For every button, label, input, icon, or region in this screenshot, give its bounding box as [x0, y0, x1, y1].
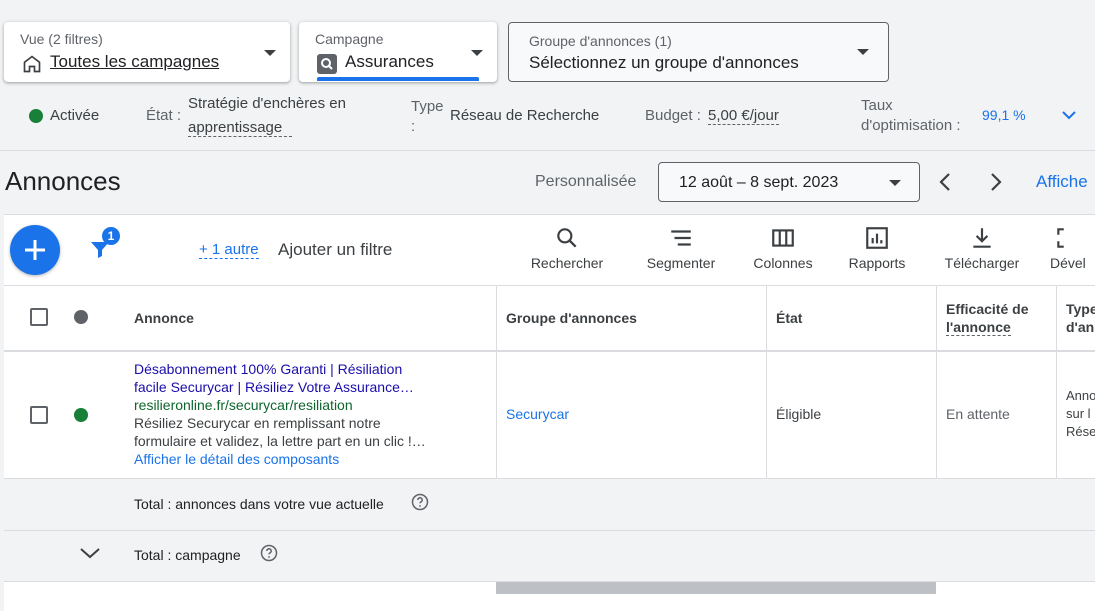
ad-description-line1: Résiliez Securycar en remplissant notre	[134, 415, 381, 431]
column-header-efficiency-line2[interactable]: l'annonce	[946, 319, 1011, 336]
row-state: Éligible	[776, 406, 822, 422]
adgroup-selector-label: Groupe d'annonces (1)	[529, 33, 672, 49]
help-icon[interactable]	[260, 544, 278, 562]
status-column-dot	[74, 310, 88, 324]
more-filters-link[interactable]: + 1 autre	[199, 241, 259, 259]
campaign-selector-value: Assurances	[345, 52, 434, 71]
show-link[interactable]: Affiche	[1036, 172, 1088, 192]
chevron-down-icon	[857, 49, 869, 55]
fullscreen-icon	[1057, 228, 1064, 248]
adgroup-selector[interactable]: Groupe d'annonces (1) Sélectionnez un gr…	[508, 22, 889, 82]
download-icon	[973, 228, 991, 248]
plus-icon	[25, 240, 45, 260]
ads-table: Annonce Groupe d'annonces État Efficacit…	[4, 285, 1095, 611]
download-tool-label: Télécharger	[944, 255, 1020, 271]
expand-chevron-icon[interactable]	[1060, 108, 1078, 122]
chevron-down-icon	[471, 50, 483, 56]
columns-tool[interactable]: Colonnes	[740, 225, 826, 271]
adgroup-selector-value: Sélectionnez un groupe d'annonces	[529, 53, 799, 72]
segment-tool-label: Segmenter	[646, 255, 716, 271]
columns-icon	[772, 229, 794, 247]
row-type-line2: sur l	[1066, 406, 1091, 421]
filter-button[interactable]: 1	[88, 227, 128, 269]
columns-tool-label: Colonnes	[753, 255, 813, 271]
column-header-type-line2[interactable]: d'an	[1066, 319, 1094, 335]
date-mode: Personnalisée	[535, 173, 637, 190]
column-header-adgroup[interactable]: Groupe d'annonces	[506, 310, 637, 326]
campaign-status[interactable]: Activée	[50, 107, 99, 124]
add-button[interactable]	[10, 225, 60, 275]
select-all-checkbox[interactable]	[30, 308, 48, 326]
date-range-picker[interactable]: 12 août – 8 sept. 2023	[658, 162, 920, 202]
type-label-line2: :	[411, 118, 416, 135]
search-icon	[557, 228, 577, 248]
divider	[0, 150, 1095, 151]
chevron-down-icon	[264, 50, 276, 56]
home-icon	[23, 55, 41, 73]
type-label-line1: Type	[411, 98, 444, 115]
campaign-selector-underline	[317, 77, 479, 81]
column-header-efficiency-line1[interactable]: Efficacité de	[946, 301, 1028, 317]
state-value-line2[interactable]: apprentissage	[188, 119, 292, 137]
column-header-type-line1[interactable]: Type	[1066, 301, 1095, 317]
budget-value[interactable]: 5,00 €/jour	[708, 107, 779, 125]
table-toolbar: 1 + 1 autre Ajouter un filtre Rechercher…	[4, 214, 1095, 285]
expand-tool[interactable]: Dével	[1050, 225, 1095, 271]
segment-tool[interactable]: Segmenter	[638, 225, 724, 271]
chevron-down-icon[interactable]	[78, 544, 102, 562]
view-selector[interactable]: Vue (2 filtres) Toutes les campagnes	[4, 22, 290, 82]
optimization-value[interactable]: 99,1 %	[982, 107, 1026, 123]
search-tool-label: Rechercher	[530, 255, 604, 271]
reports-tool-label: Rapports	[848, 255, 906, 271]
ad-description-line2: formulaire et validez, la lettre part en…	[134, 433, 426, 449]
row-checkbox[interactable]	[30, 406, 48, 424]
filter-badge: 1	[102, 227, 120, 245]
ad-headline-line1[interactable]: Désabonnement 100% Garanti | Résiliation	[134, 360, 402, 378]
ad-display-url: resilieronline.fr/securycar/resiliation	[134, 397, 353, 413]
column-header-ad[interactable]: Annonce	[134, 310, 194, 326]
date-range-value: 12 août – 8 sept. 2023	[679, 174, 839, 191]
view-selector-value: Toutes les campagnes	[50, 52, 220, 71]
type-value: Réseau de Recherche	[450, 107, 600, 124]
column-header-state[interactable]: État	[776, 310, 802, 326]
search-campaign-icon	[317, 54, 337, 74]
download-tool[interactable]: Télécharger	[934, 225, 1030, 271]
optimization-label-line1: Taux	[861, 97, 893, 114]
status-dot	[29, 109, 43, 123]
chevron-down-icon	[889, 180, 901, 186]
optimization-label-line2: d'optimisation :	[861, 117, 961, 134]
row-efficiency: En attente	[946, 406, 1010, 422]
header-divider	[4, 350, 1095, 352]
horizontal-scrollbar[interactable]	[496, 582, 936, 594]
view-selector-label: Vue (2 filtres)	[20, 31, 103, 47]
state-value-line1[interactable]: Stratégie d'enchères en	[188, 95, 346, 112]
total-campaign-label: Total : campagne	[134, 547, 241, 563]
expand-tool-label: Dével	[1050, 255, 1086, 271]
campaign-selector-label: Campagne	[315, 31, 384, 47]
bar-chart-icon	[866, 227, 888, 249]
segment-icon	[671, 230, 691, 246]
budget-label: Budget :	[645, 107, 701, 124]
row-adgroup-link[interactable]: Securycar	[506, 406, 569, 422]
search-tool[interactable]: Rechercher	[524, 225, 610, 271]
next-period-icon[interactable]	[985, 171, 1005, 193]
previous-period-icon[interactable]	[936, 171, 956, 193]
state-label: État :	[146, 107, 182, 124]
help-icon[interactable]	[411, 493, 429, 511]
add-filter-button[interactable]: Ajouter un filtre	[278, 240, 392, 260]
row-type-line3: Rése	[1066, 424, 1095, 439]
campaign-selector[interactable]: Campagne Assurances	[299, 22, 497, 82]
ad-headline-line2[interactable]: facile Securycar | Résiliez Votre Assura…	[134, 378, 414, 396]
total-view-label: Total : annonces dans votre vue actuelle	[134, 496, 384, 512]
ad-details-link[interactable]: Afficher le détail des composants	[134, 450, 339, 468]
row-status-dot	[74, 408, 88, 422]
row-type-line1: Anno	[1066, 388, 1095, 403]
page-title: Annonces	[5, 166, 121, 196]
reports-tool[interactable]: Rapports	[834, 225, 920, 271]
